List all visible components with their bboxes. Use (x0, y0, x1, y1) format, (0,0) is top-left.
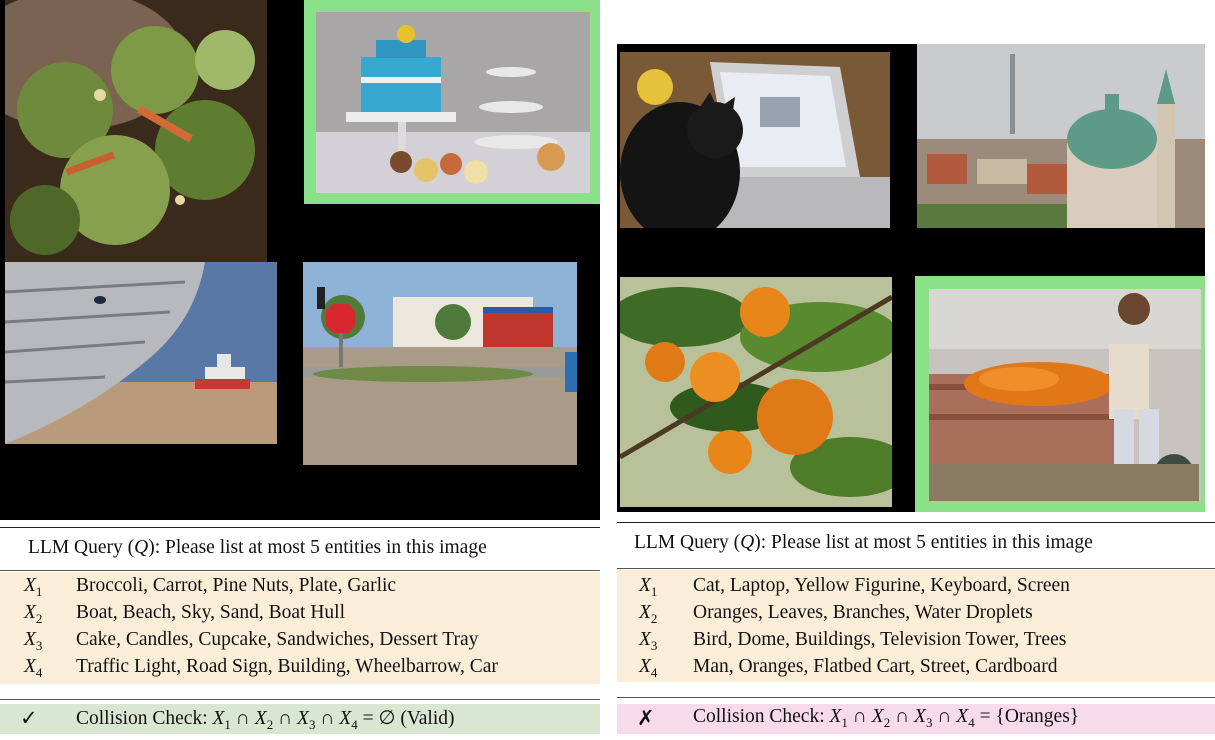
row-entities: Traffic Light, Road Sign, Building, Whee… (76, 656, 498, 677)
mid-rule (617, 568, 1215, 569)
query-variable: Q (134, 537, 149, 558)
cake-photo (316, 12, 590, 193)
query-suffix: ): Please list at most 5 entities in thi… (754, 532, 1093, 553)
entity-row: X1 Broccoli, Carrot, Pine Nuts, Plate, G… (0, 575, 600, 601)
entity-rows: X1 Broccoli, Carrot, Pine Nuts, Plate, G… (0, 572, 600, 684)
check-mark-icon: ✓ (20, 706, 38, 730)
row-variable: X4 (639, 656, 658, 680)
row-entities: Cat, Laptop, Yellow Figurine, Keyboard, … (693, 575, 1070, 596)
top-rule (617, 522, 1215, 523)
row-entities: Boat, Beach, Sky, Sand, Boat Hull (76, 602, 346, 623)
row-entities: Broccoli, Carrot, Pine Nuts, Plate, Garl… (76, 575, 397, 596)
check-rule (0, 699, 600, 700)
street-photo (303, 262, 577, 465)
query-variable: Q (740, 532, 755, 553)
collision-check-invalid: ✗ Collision Check: X1 ∩ X2 ∩ X3 ∩ X4 = {… (617, 704, 1215, 734)
query-suffix: ): Please list at most 5 entities in thi… (148, 537, 487, 558)
row-variable: X1 (639, 575, 658, 599)
row-entities: Oranges, Leaves, Branches, Water Droplet… (693, 602, 1033, 623)
mid-rule (0, 570, 600, 571)
check-rule (617, 697, 1215, 698)
row-variable: X2 (639, 602, 658, 626)
collision-check-text: Collision Check: X1 ∩ X2 ∩ X3 ∩ X4 = {Or… (693, 706, 1080, 730)
city-dome-photo (917, 44, 1205, 228)
entity-row: X2 Boat, Beach, Sky, Sand, Boat Hull (0, 602, 600, 628)
right-image-mosaic (617, 44, 1205, 512)
entity-row: X3 Bird, Dome, Buildings, Television Tow… (617, 629, 1215, 655)
row-variable: X2 (24, 602, 43, 626)
query-prefix: LLM Query ( (28, 537, 135, 558)
entity-rows: X1 Cat, Laptop, Yellow Figurine, Keyboar… (617, 570, 1215, 682)
row-variable: X4 (24, 656, 43, 680)
query-text: LLM Query (Q): Please list at most 5 ent… (28, 537, 487, 559)
entity-row: X3 Cake, Candles, Cupcake, Sandwiches, D… (0, 629, 600, 655)
cat-laptop-photo (620, 52, 890, 228)
left-image-mosaic (0, 0, 600, 520)
entity-row: X2 Oranges, Leaves, Branches, Water Drop… (617, 602, 1215, 628)
entity-row: X4 Man, Oranges, Flatbed Cart, Street, C… (617, 656, 1215, 682)
row-variable: X3 (24, 629, 43, 653)
collision-check-valid: ✓ Collision Check: X1 ∩ X2 ∩ X3 ∩ X4 = ∅… (0, 704, 600, 734)
top-rule (0, 527, 600, 528)
row-entities: Cake, Candles, Cupcake, Sandwiches, Dess… (76, 629, 479, 650)
broccoli-photo (5, 0, 267, 262)
entity-row: X4 Traffic Light, Road Sign, Building, W… (0, 656, 600, 682)
row-entities: Man, Oranges, Flatbed Cart, Street, Card… (693, 656, 1058, 677)
row-entities: Bird, Dome, Buildings, Television Tower,… (693, 629, 1067, 650)
row-variable: X1 (24, 575, 43, 599)
collision-check-text: Collision Check: X1 ∩ X2 ∩ X3 ∩ X4 = ∅ (… (76, 708, 455, 732)
query-prefix: LLM Query ( (634, 532, 741, 553)
row-variable: X3 (639, 629, 658, 653)
entity-row: X1 Cat, Laptop, Yellow Figurine, Keyboar… (617, 575, 1215, 601)
oranges-tree-photo (620, 277, 892, 507)
orange-cart-photo (929, 289, 1201, 501)
query-text: LLM Query (Q): Please list at most 5 ent… (634, 532, 1093, 554)
boat-photo (5, 262, 277, 444)
cross-mark-icon: ✗ (637, 706, 655, 730)
